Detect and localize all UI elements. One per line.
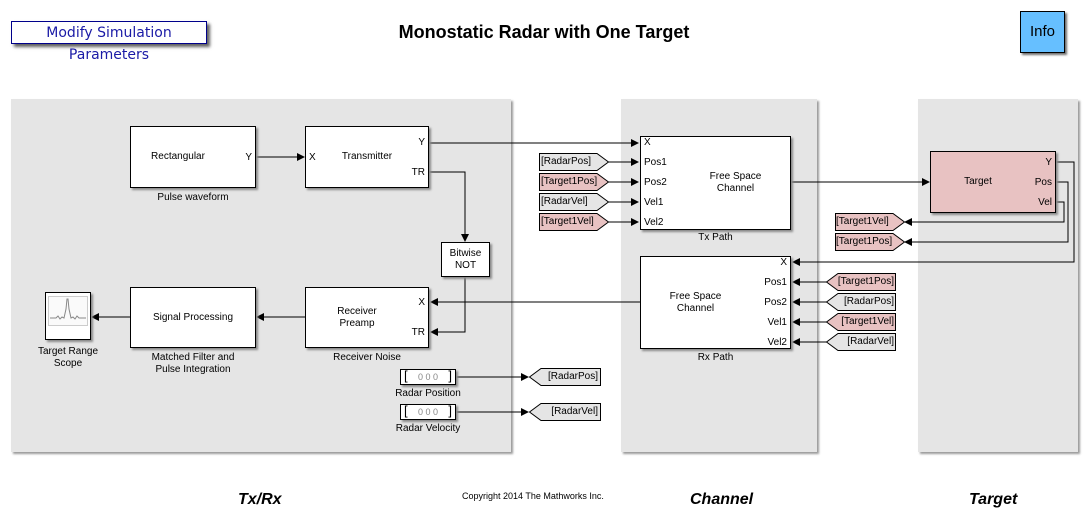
receiver-preamp-label: Receiver Preamp — [306, 306, 408, 330]
receiver-line1: Receiver — [337, 305, 377, 317]
receiver-line2: Preamp — [339, 317, 375, 329]
receiver-noise-caption: Receiver Noise — [333, 352, 401, 363]
port-vel: Vel — [1038, 197, 1052, 208]
tag-label: [Target1Pos] — [837, 276, 894, 287]
tx-path-caption: Tx Path — [698, 232, 733, 243]
port-x: X — [780, 257, 787, 268]
radar-velocity-constant[interactable]: [ 0 0 0 ] — [400, 404, 456, 420]
tag-label: [RadarPos] — [843, 296, 894, 307]
receiver-preamp-block[interactable]: Receiver Preamp X TR — [305, 287, 429, 348]
pulse-waveform-type: Rectangular — [151, 151, 205, 162]
signal-processing-block[interactable]: Signal Processing — [130, 287, 256, 348]
tag-label: [RadarPos] — [541, 156, 592, 167]
port-pos: Pos — [1034, 177, 1052, 188]
bitwise-not-label: Bitwise NOT — [442, 248, 489, 272]
bitwise-line1: Bitwise — [449, 247, 482, 259]
target-range-scope-block[interactable] — [45, 292, 91, 340]
goto-tag-target1vel[interactable]: [Target1Vel] — [835, 213, 906, 231]
tag-label: [RadarVel] — [847, 336, 894, 347]
from-tag-target1vel[interactable]: [Target1Vel] — [825, 313, 896, 331]
rx-path-block[interactable]: Free Space Channel X Pos1 Pos2 Vel1 Vel2 — [640, 256, 791, 349]
rx-path-caption: Rx Path — [697, 352, 734, 363]
from-tag-target1pos[interactable]: [Target1Pos] — [825, 273, 896, 291]
tag-label: [RadarVel] — [551, 406, 598, 417]
port-vel2: Vel2 — [767, 337, 787, 348]
radar-position-caption: Radar Position — [395, 388, 461, 399]
port-vel1: Vel1 — [644, 197, 664, 208]
bitwise-line2: NOT — [454, 259, 477, 271]
tag-label: [Target1Pos] — [836, 236, 893, 247]
goto-tag-radarvel[interactable]: [RadarVel] — [528, 403, 601, 421]
tx-path-line1: Free Space — [709, 171, 762, 182]
scope-caption-line2: Scope — [53, 358, 83, 369]
from-tag-radarpos[interactable]: [RadarPos] — [539, 153, 610, 171]
radar-position-value: 0 0 0 — [417, 372, 439, 382]
section-label-channel: Channel — [690, 491, 754, 508]
radar-velocity-caption: Radar Velocity — [395, 423, 461, 434]
port-tr: TR — [411, 327, 425, 338]
bracket-left-icon: [ — [404, 403, 408, 418]
port-y: Y — [245, 152, 252, 163]
goto-tag-target1pos[interactable]: [Target1Pos] — [835, 233, 906, 251]
radar-position-constant[interactable]: [ 0 0 0 ] — [400, 369, 456, 385]
tag-label: [RadarVel] — [541, 196, 588, 207]
port-pos2: Pos2 — [764, 297, 787, 308]
port-vel1: Vel1 — [767, 317, 787, 328]
port-vel2: Vel2 — [644, 217, 664, 228]
section-label-target: Target — [969, 491, 1018, 508]
bracket-right-icon: ] — [448, 403, 452, 418]
bracket-left-icon: [ — [404, 368, 408, 383]
pulse-waveform-caption: Pulse waveform — [157, 192, 229, 203]
signal-processing-label: Signal Processing — [152, 311, 234, 323]
from-tag-radarvel[interactable]: [RadarVel] — [539, 193, 610, 211]
tag-label: [Target1Pos] — [541, 176, 598, 187]
bracket-right-icon: ] — [448, 368, 452, 383]
port-x: X — [418, 297, 425, 308]
scope-caption-line1: Target Range — [37, 346, 99, 357]
scope-icon — [48, 296, 88, 326]
sigproc-caption-line2: Pulse Integration — [155, 364, 231, 375]
copyright-text: Copyright 2014 The Mathworks Inc. — [462, 491, 604, 501]
signal-lines — [91, 139, 1075, 416]
from-tag-target1pos[interactable]: [Target1Pos] — [539, 173, 610, 191]
port-x: X — [644, 137, 651, 148]
wire-bitwise-to-receiver-tr — [430, 277, 466, 336]
port-y: Y — [1045, 157, 1052, 168]
port-pos2: Pos2 — [644, 177, 667, 188]
pulse-waveform-block[interactable]: Rectangular Y — [130, 126, 256, 188]
tx-path-line2: Channel — [716, 183, 755, 194]
port-y: Y — [418, 137, 425, 148]
wire-tr-to-bitwise — [429, 171, 469, 242]
tx-path-block[interactable]: X Pos1 Pos2 Vel1 Vel2 Free Space Channel — [640, 136, 791, 230]
rx-path-label: Free Space Channel — [641, 291, 750, 315]
from-tag-target1vel[interactable]: [Target1Vel] — [539, 213, 610, 231]
tx-path-label: Free Space Channel — [681, 171, 790, 195]
scope-caption: Target Range Scope — [30, 346, 106, 370]
from-tag-radarvel[interactable]: [RadarVel] — [825, 333, 896, 351]
port-tr: TR — [411, 167, 425, 178]
tag-label: [Target1Vel] — [836, 216, 889, 227]
port-pos1: Pos1 — [764, 277, 787, 288]
tag-label: [RadarPos] — [547, 371, 598, 382]
goto-tag-radarpos[interactable]: [RadarPos] — [528, 368, 601, 386]
tag-label: [Target1Vel] — [541, 216, 594, 227]
bitwise-not-block[interactable]: Bitwise NOT — [441, 242, 490, 277]
tag-label: [Target1Vel] — [841, 316, 894, 327]
sigproc-caption-line1: Matched Filter and — [151, 352, 235, 363]
rx-path-line1: Free Space — [669, 290, 722, 302]
target-block[interactable]: Target Y Pos Vel — [930, 151, 1056, 213]
signal-processing-caption: Matched Filter and Pulse Integration — [130, 352, 256, 376]
target-label: Target — [964, 176, 992, 187]
transmitter-block[interactable]: X Transmitter Y TR — [305, 126, 429, 188]
port-pos1: Pos1 — [644, 157, 667, 168]
rx-path-line2: Channel — [676, 302, 715, 314]
from-tag-radarpos[interactable]: [RadarPos] — [825, 293, 896, 311]
radar-velocity-value: 0 0 0 — [417, 407, 439, 417]
section-label-txrx: Tx/Rx — [238, 491, 282, 508]
transmitter-label: Transmitter — [341, 151, 393, 162]
